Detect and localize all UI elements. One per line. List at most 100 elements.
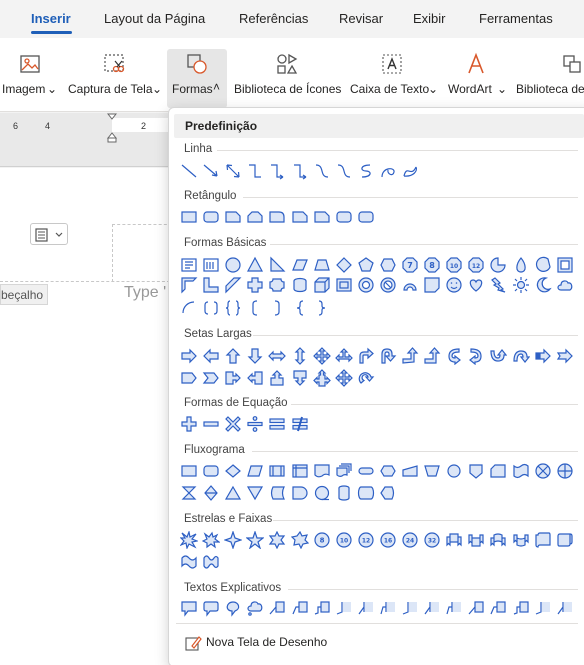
shape-elbowa-icon[interactable] bbox=[268, 162, 286, 180]
header-placeholder-text[interactable]: Type ' bbox=[124, 284, 166, 302]
shape-c-r-rect-icon[interactable] bbox=[202, 599, 220, 617]
shape-arc-icon[interactable] bbox=[401, 276, 419, 294]
shape-eq-neq-icon[interactable] bbox=[291, 415, 309, 433]
shape-f-alt-icon[interactable] bbox=[202, 462, 220, 480]
shape-callout-d-icon[interactable] bbox=[291, 369, 309, 387]
tab-layout[interactable]: Layout da Página bbox=[104, 11, 205, 26]
shape-ar4-icon[interactable] bbox=[334, 369, 353, 387]
shape-f-man-in-icon[interactable] bbox=[401, 462, 419, 480]
shape-rtri-icon[interactable] bbox=[268, 256, 286, 274]
shape-star_exp1-icon[interactable] bbox=[180, 531, 198, 549]
shape-can-icon[interactable] bbox=[291, 276, 309, 294]
shape-f-coll-icon[interactable] bbox=[180, 484, 198, 502]
shape-lbracket-icon[interactable] bbox=[246, 299, 264, 317]
shape-pent-icon[interactable] bbox=[357, 256, 375, 274]
tab-inserir[interactable]: Inserir bbox=[31, 11, 71, 26]
shape-cube-icon[interactable] bbox=[313, 276, 331, 294]
shape-ar4-icon[interactable] bbox=[312, 347, 331, 365]
shape-badge-octagon-icon[interactable]: 10 bbox=[445, 256, 463, 274]
shape-star-points-icon[interactable]: 12 bbox=[357, 531, 375, 549]
shape-rrect-icon[interactable] bbox=[202, 208, 220, 226]
shape-trap-icon[interactable] bbox=[313, 256, 331, 274]
shape-folded-icon[interactable] bbox=[423, 276, 441, 294]
shape-callout-r-icon[interactable] bbox=[224, 369, 242, 387]
shape-curv-l-icon[interactable] bbox=[467, 347, 485, 365]
shape-c-line2-icon[interactable] bbox=[489, 599, 507, 617]
shape-lup-icon[interactable] bbox=[401, 347, 419, 365]
shape-f-sort-icon[interactable] bbox=[202, 484, 220, 502]
shape-lshape-icon[interactable] bbox=[202, 276, 220, 294]
shape-c-line3-icon[interactable] bbox=[512, 599, 530, 617]
shape-star4-icon[interactable] bbox=[224, 531, 243, 549]
shape-tear-icon[interactable] bbox=[512, 256, 530, 274]
shape-rect-icon[interactable] bbox=[180, 208, 198, 226]
shape-c-line1-icon[interactable] bbox=[268, 599, 286, 617]
shape-loop-icon[interactable] bbox=[379, 162, 397, 180]
shape-f-tape-icon[interactable] bbox=[512, 462, 530, 480]
icon-library-button[interactable]: Biblioteca de Ícones bbox=[233, 38, 343, 110]
shape-c-bar2-icon[interactable] bbox=[423, 599, 441, 617]
shape-f-conn-icon[interactable] bbox=[445, 462, 463, 480]
shape-star-points-icon[interactable]: 16 bbox=[379, 531, 397, 549]
shape-curve-icon[interactable] bbox=[335, 162, 353, 180]
shape-elbow-icon[interactable] bbox=[246, 162, 264, 180]
shape-f-data-icon[interactable] bbox=[246, 462, 264, 480]
shape-dbracket-icon[interactable] bbox=[202, 299, 220, 317]
indent-marker[interactable] bbox=[106, 113, 118, 143]
shape-c-bar2-icon[interactable] bbox=[357, 599, 375, 617]
shape-callout4-icon[interactable] bbox=[312, 369, 331, 387]
shape-arrow-icon[interactable] bbox=[202, 162, 220, 180]
shape-f-doc-icon[interactable] bbox=[313, 462, 331, 480]
shape-plaque-icon[interactable] bbox=[268, 276, 286, 294]
shape-callout-l-icon[interactable] bbox=[246, 369, 264, 387]
shape-bent-icon[interactable] bbox=[357, 347, 375, 365]
tab-review[interactable]: Revisar bbox=[339, 11, 383, 26]
shape-ar-d-icon[interactable] bbox=[246, 347, 264, 365]
tab-tools[interactable]: Ferramentas bbox=[479, 11, 553, 26]
shape-plus-icon[interactable] bbox=[246, 276, 264, 294]
shape-ar-l-r-icon[interactable] bbox=[268, 347, 287, 365]
shape-c-bar3-icon[interactable] bbox=[379, 599, 397, 617]
shape-f-direct-icon[interactable] bbox=[357, 484, 375, 502]
shape-f-pre-icon[interactable] bbox=[268, 462, 286, 480]
shape-cloud-icon[interactable] bbox=[556, 276, 574, 294]
shape-ribbon-dn-icon[interactable] bbox=[467, 531, 485, 549]
shape-snip2-icon[interactable] bbox=[246, 208, 264, 226]
shape-chevron-icon[interactable] bbox=[202, 369, 220, 387]
shape-star-points-icon[interactable]: 32 bbox=[423, 531, 441, 549]
shape-star6-icon[interactable] bbox=[268, 531, 286, 549]
shape-callout-u-icon[interactable] bbox=[268, 369, 286, 387]
shape-heart-icon[interactable] bbox=[467, 276, 485, 294]
shape-hex-icon[interactable] bbox=[379, 256, 397, 274]
shape-star5-icon[interactable] bbox=[246, 531, 265, 549]
shape-rbrace-icon[interactable] bbox=[313, 299, 331, 317]
shape-scribble-icon[interactable] bbox=[401, 162, 419, 180]
shape-c-bar1-icon[interactable] bbox=[534, 599, 552, 617]
shape-curv-r-icon[interactable] bbox=[445, 347, 463, 365]
shape-c-bar3-icon[interactable] bbox=[445, 599, 463, 617]
screenshot-button[interactable]: Captura de Tela ⌄ bbox=[64, 38, 162, 110]
image-button[interactable]: Imagem ⌄ bbox=[0, 38, 62, 110]
shape-f-term-icon[interactable] bbox=[357, 462, 375, 480]
shape-snip-icon[interactable] bbox=[224, 208, 242, 226]
shape-striped-r-icon[interactable] bbox=[534, 347, 552, 365]
shape-s-icon[interactable] bbox=[357, 162, 375, 180]
shape-bentup-icon[interactable] bbox=[423, 347, 441, 365]
shape-f-prep-icon[interactable] bbox=[379, 462, 397, 480]
shape-f-man-op-icon[interactable] bbox=[423, 462, 441, 480]
shape-ribbon-c-dn-icon[interactable] bbox=[512, 531, 530, 549]
shape-f-or-icon[interactable] bbox=[556, 462, 574, 480]
shape-f-mag-icon[interactable] bbox=[335, 484, 353, 502]
shape-f-off-icon[interactable] bbox=[467, 462, 485, 480]
shape-f-dec-icon[interactable] bbox=[224, 462, 242, 480]
shape-snip-icon[interactable] bbox=[291, 208, 309, 226]
shape-textbox-icon[interactable] bbox=[180, 256, 198, 274]
shape-f-card-icon[interactable] bbox=[489, 462, 507, 480]
shape-f-sum-icon[interactable] bbox=[534, 462, 552, 480]
shape-para-icon[interactable] bbox=[291, 256, 309, 274]
shape-curv-d-icon[interactable] bbox=[512, 347, 530, 365]
header-area[interactable] bbox=[112, 224, 172, 282]
shape-eq-minus-icon[interactable] bbox=[202, 415, 220, 433]
shape-f-int-icon[interactable] bbox=[291, 462, 309, 480]
shape-c-line3-icon[interactable] bbox=[313, 599, 331, 617]
